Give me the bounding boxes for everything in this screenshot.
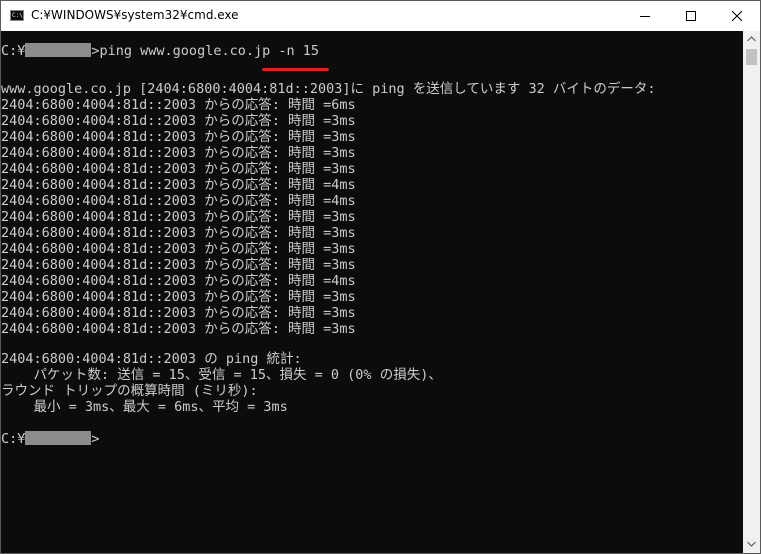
scroll-down-button[interactable] [743,536,760,553]
reply-line: 2404:6800:4004:81d::2003 からの応答: 時間 =3ms [1,225,356,241]
window-title: C:¥WINDOWS¥system32¥cmd.exe [31,8,239,22]
prompt-prefix: C:¥ [1,431,26,447]
reply-line: 2404:6800:4004:81d::2003 からの応答: 時間 =3ms [1,129,356,145]
stats-header-line: 2404:6800:4004:81d::2003 の ping 統計: [1,351,302,367]
reply-line: 2404:6800:4004:81d::2003 からの応答: 時間 =3ms [1,145,356,161]
close-icon [732,11,742,21]
maximize-icon [686,11,696,21]
cmd-window: C:\ C:¥WINDOWS¥system32¥cmd.exe C:¥ >ping… [0,0,761,554]
reply-line: 2404:6800:4004:81d::2003 からの応答: 時間 =3ms [1,305,356,321]
prompt-suffix: > [91,43,100,59]
title-bar[interactable]: C:\ C:¥WINDOWS¥system32¥cmd.exe [1,1,760,31]
maximize-button[interactable] [668,1,714,31]
minimize-button[interactable] [622,1,668,31]
reply-line: 2404:6800:4004:81d::2003 からの応答: 時間 =3ms [1,209,356,225]
prompt-prefix: C:¥ [1,43,26,59]
reply-line: 2404:6800:4004:81d::2003 からの応答: 時間 =4ms [1,273,356,289]
cmd-icon-text: C:\ [12,12,23,19]
console-output[interactable]: C:¥ >ping www.google.co.jp -n 15 www.goog… [1,31,743,553]
vertical-scrollbar[interactable] [743,31,760,553]
minimize-icon [640,16,650,17]
reply-line: 2404:6800:4004:81d::2003 からの応答: 時間 =3ms [1,321,356,337]
reply-line: 2404:6800:4004:81d::2003 からの応答: 時間 =3ms [1,241,356,257]
reply-line: 2404:6800:4004:81d::2003 からの応答: 時間 =4ms [1,177,356,193]
reply-line: 2404:6800:4004:81d::2003 からの応答: 時間 =3ms [1,257,356,273]
reply-line: 2404:6800:4004:81d::2003 からの応答: 時間 =6ms [1,97,356,113]
close-button[interactable] [714,1,760,31]
prompt-suffix: > [91,431,100,447]
scroll-up-button[interactable] [743,31,760,48]
reply-line: 2404:6800:4004:81d::2003 からの応答: 時間 =3ms [1,289,356,305]
rtt-header-line: ラウンド トリップの概算時間 (ミリ秒): [1,383,258,399]
ping-header-line: www.google.co.jp [2404:6800:4004:81d::20… [1,81,656,97]
redacted-path [25,431,92,445]
stats-packets-line: パケット数: 送信 = 15、受信 = 15、損失 = 0 (0% の損失)、 [1,367,442,383]
rtt-values-line: 最小 = 3ms、最大 = 6ms、平均 = 3ms [1,399,288,415]
cmd-icon[interactable]: C:\ [10,10,24,21]
reply-line: 2404:6800:4004:81d::2003 からの応答: 時間 =3ms [1,161,356,177]
chevron-down-icon [747,541,756,547]
redacted-path [25,43,92,57]
chevron-up-icon [747,36,756,42]
scroll-thumb[interactable] [746,49,757,65]
reply-line: 2404:6800:4004:81d::2003 からの応答: 時間 =3ms [1,113,356,129]
command-text: ping www.google.co.jp -n 15 [99,43,319,59]
reply-line: 2404:6800:4004:81d::2003 からの応答: 時間 =4ms [1,193,356,209]
prompt-line: C:¥ > [1,431,100,447]
command-line: C:¥ >ping www.google.co.jp -n 15 [1,43,319,59]
red-underline-annotation [262,68,329,71]
